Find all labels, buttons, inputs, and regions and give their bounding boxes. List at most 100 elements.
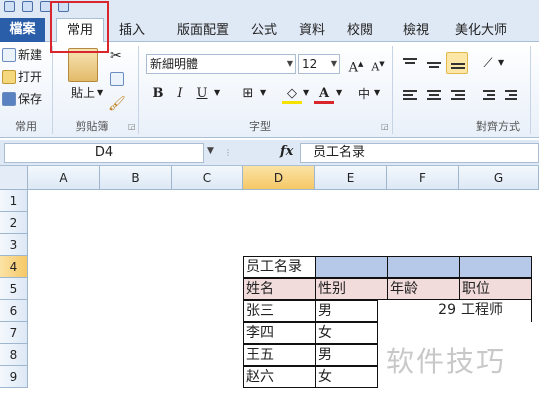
row-header-4[interactable]: 4 xyxy=(0,256,28,278)
tab-formulas[interactable]: 公式 xyxy=(244,19,284,42)
tab-beautify[interactable]: 美化大师 xyxy=(448,19,514,42)
paste-clipboard-icon[interactable] xyxy=(68,48,98,82)
align-middle-icon[interactable] xyxy=(424,54,444,74)
column-header-c[interactable]: C xyxy=(172,166,243,190)
column-header-d[interactable]: D xyxy=(243,166,315,190)
row-header-2[interactable]: 2 xyxy=(0,212,28,234)
cell-name[interactable]: 赵六 xyxy=(243,366,316,388)
paste-dropdown-icon[interactable]: ▼ xyxy=(97,88,103,97)
group-label-common: 常用 xyxy=(15,120,37,133)
tab-page-layout[interactable]: 版面配置 xyxy=(164,19,242,42)
row-header-5[interactable]: 5 xyxy=(0,278,28,300)
group-divider xyxy=(138,46,139,134)
borders-dropdown-icon[interactable]: ▼ xyxy=(260,88,266,97)
new-button[interactable]: 新建 xyxy=(2,46,42,63)
row-header-7[interactable]: 7 xyxy=(0,322,28,344)
tab-file[interactable]: 檔案 xyxy=(0,18,45,42)
orientation-dropdown-icon[interactable]: ▼ xyxy=(498,58,504,67)
cell-G4[interactable] xyxy=(459,256,532,278)
bold-button[interactable]: B xyxy=(148,84,168,104)
format-painter-icon[interactable]: 🖌 xyxy=(108,96,126,112)
increase-indent-icon[interactable] xyxy=(502,86,522,106)
chevron-down-icon: ▼ xyxy=(330,59,337,68)
align-bottom-icon[interactable] xyxy=(446,52,468,74)
column-header-a[interactable]: A xyxy=(28,166,100,190)
header-position[interactable]: 职位 xyxy=(459,278,532,300)
formula-input[interactable]: 员工名录 xyxy=(300,143,539,163)
redo-quick-icon[interactable] xyxy=(58,1,69,12)
cell-position[interactable]: 工程师 xyxy=(459,300,532,322)
header-name[interactable]: 姓名 xyxy=(243,278,316,300)
row-header-9[interactable]: 9 xyxy=(0,366,28,388)
tab-home[interactable]: 常用 xyxy=(56,18,104,43)
formula-bar: D4 ▼ ⋮ fx 员工名录 xyxy=(0,140,539,166)
save-quick-icon[interactable] xyxy=(22,1,33,12)
cut-icon[interactable]: ✂ xyxy=(110,48,122,64)
underline-button[interactable]: U xyxy=(192,84,212,104)
row-header-3[interactable]: 3 xyxy=(0,234,28,256)
font-color-dropdown-icon[interactable]: ▼ xyxy=(336,88,342,97)
cell-name[interactable]: 王五 xyxy=(243,344,316,366)
cell-gender[interactable]: 女 xyxy=(315,322,378,344)
tab-review[interactable]: 校閱 xyxy=(340,19,380,42)
undo-quick-icon[interactable] xyxy=(40,1,51,12)
insert-function-icon[interactable]: fx xyxy=(280,144,293,159)
fill-color-icon[interactable]: ◇ xyxy=(282,84,302,104)
resize-handle-icon[interactable]: ⋮ xyxy=(224,148,232,157)
cell-age[interactable]: 29 xyxy=(387,300,459,322)
cell-gender[interactable]: 男 xyxy=(315,344,378,366)
cell-gender[interactable]: 女 xyxy=(315,366,378,388)
header-gender[interactable]: 性别 xyxy=(315,278,388,300)
font-name-value: 新細明體 xyxy=(150,57,199,71)
column-header-e[interactable]: E xyxy=(315,166,387,190)
name-box-dropdown-icon[interactable]: ▼ xyxy=(207,146,214,156)
new-label: 新建 xyxy=(18,48,43,62)
font-name-select[interactable]: 新細明體 ▼ xyxy=(146,54,296,74)
paste-label: 貼上 xyxy=(71,86,96,100)
align-left-icon[interactable] xyxy=(400,86,420,106)
decrease-font-icon[interactable]: A▼ xyxy=(368,54,388,74)
column-header-g[interactable]: G xyxy=(459,166,539,190)
quick-access-toolbar xyxy=(0,0,539,14)
orientation-icon[interactable]: ⟋ xyxy=(478,54,498,74)
column-header-f[interactable]: F xyxy=(387,166,459,190)
increase-font-icon[interactable]: A▲ xyxy=(346,54,366,75)
tab-data[interactable]: 資料 xyxy=(292,19,332,42)
clipboard-launcher-icon[interactable]: ◲ xyxy=(128,122,136,131)
name-box[interactable]: D4 xyxy=(4,143,204,163)
tab-insert[interactable]: 插入 xyxy=(114,19,150,42)
header-age[interactable]: 年龄 xyxy=(387,278,460,300)
row-header-1[interactable]: 1 xyxy=(0,190,28,212)
cell-E4[interactable] xyxy=(315,256,388,278)
cell-F4[interactable] xyxy=(387,256,460,278)
cell-gender[interactable]: 男 xyxy=(315,300,378,322)
fill-dropdown-icon[interactable]: ▼ xyxy=(303,88,309,97)
align-center-icon[interactable] xyxy=(424,86,444,106)
font-launcher-icon[interactable]: ◲ xyxy=(381,122,389,131)
group-label-font: 字型 xyxy=(249,120,271,133)
paste-button[interactable]: 貼上 ▼ xyxy=(71,84,103,101)
align-top-icon[interactable] xyxy=(400,54,420,74)
group-divider xyxy=(530,46,531,134)
save-button[interactable]: 保存 xyxy=(2,90,42,107)
cell-name[interactable]: 李四 xyxy=(243,322,316,344)
select-all-corner[interactable] xyxy=(0,166,28,190)
font-color-icon[interactable]: A xyxy=(314,84,334,104)
phonetic-dropdown-icon[interactable]: ▼ xyxy=(374,88,380,97)
italic-button[interactable]: I xyxy=(170,84,190,104)
phonetic-guide-icon[interactable]: 中 xyxy=(354,84,374,104)
decrease-indent-icon[interactable] xyxy=(478,86,498,106)
tab-view[interactable]: 檢視 xyxy=(396,19,436,42)
cell-name[interactable]: 张三 xyxy=(243,300,316,322)
align-right-icon[interactable] xyxy=(448,86,468,106)
column-header-b[interactable]: B xyxy=(100,166,172,190)
folder-open-icon xyxy=(2,69,16,84)
cell-D4-title[interactable]: 员工名录 xyxy=(243,256,316,278)
row-header-8[interactable]: 8 xyxy=(0,344,28,366)
copy-icon[interactable] xyxy=(110,72,124,86)
borders-icon[interactable]: ⊞ xyxy=(238,84,258,104)
font-size-select[interactable]: 12 ▼ xyxy=(298,54,340,74)
underline-dropdown-icon[interactable]: ▼ xyxy=(214,88,220,97)
open-button[interactable]: 打开 xyxy=(2,68,42,85)
row-header-6[interactable]: 6 xyxy=(0,300,28,322)
